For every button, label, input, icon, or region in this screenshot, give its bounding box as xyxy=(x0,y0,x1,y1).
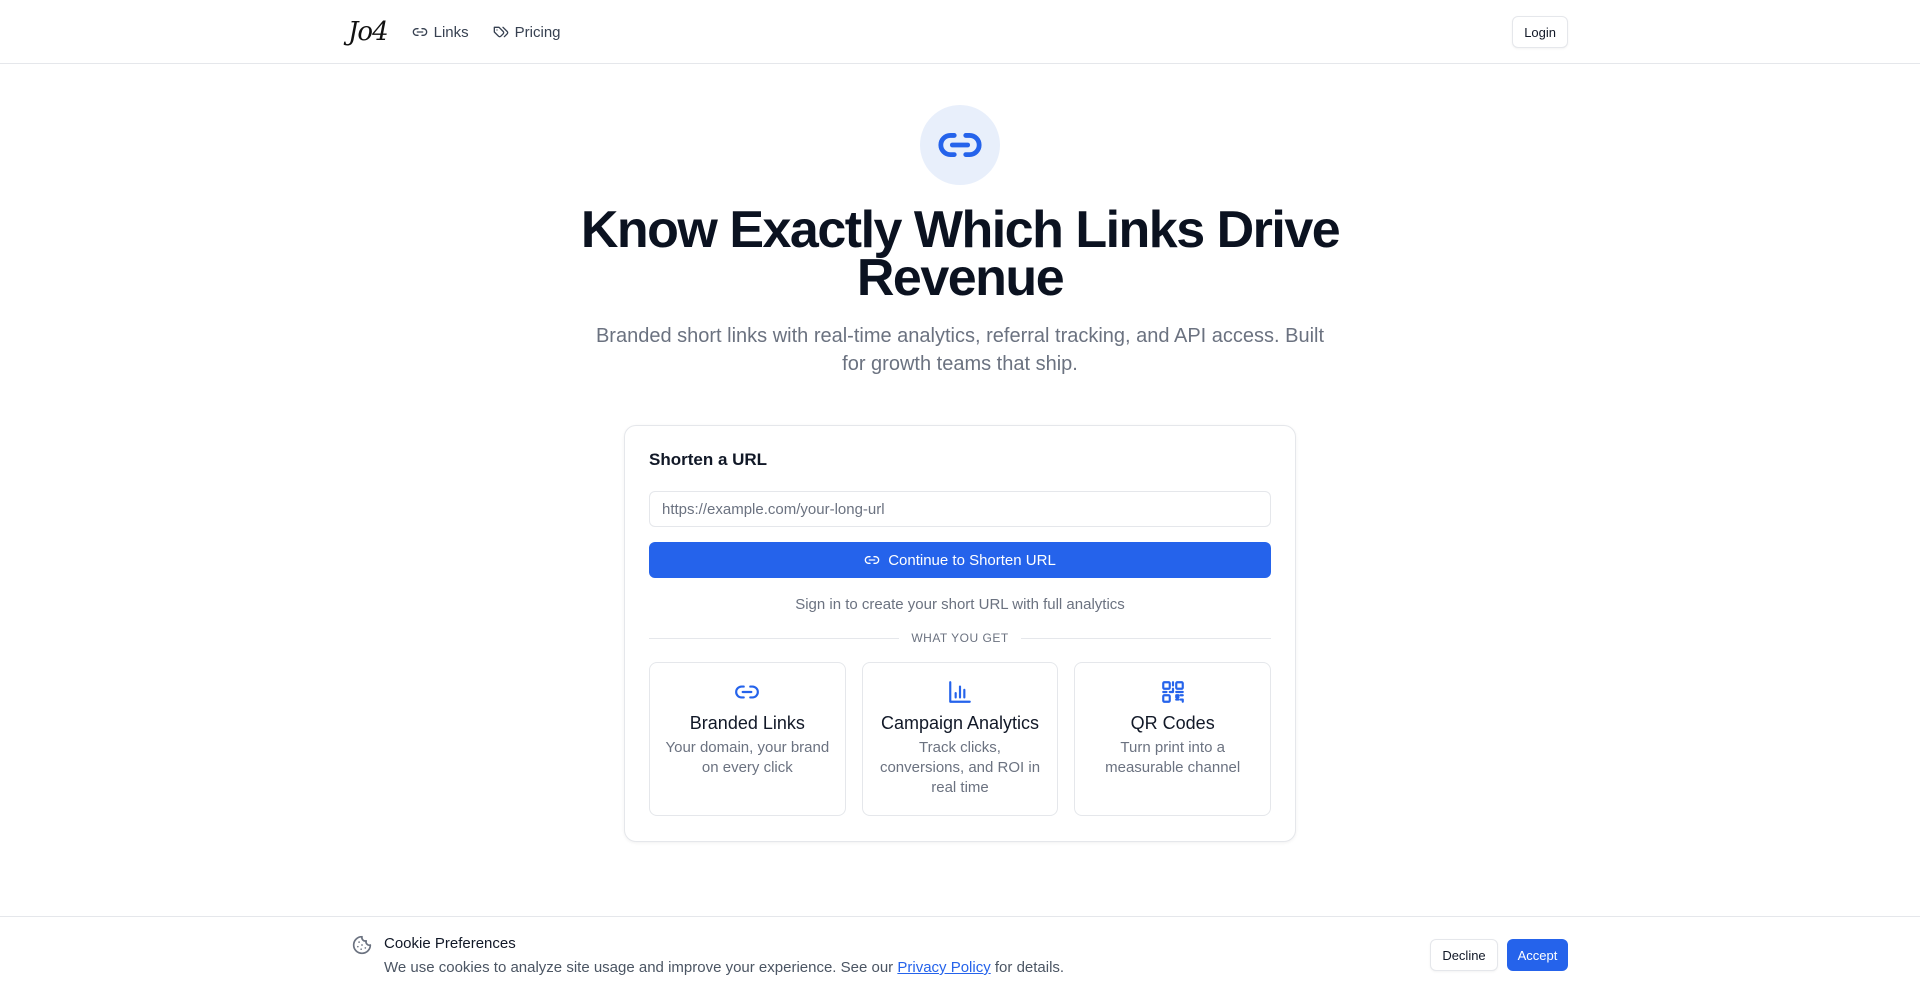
cookie-icon xyxy=(352,935,372,955)
nav-label-links: Links xyxy=(433,23,469,41)
continue-shorten-label: Continue to Shorten URL xyxy=(888,551,1056,569)
link-icon xyxy=(412,27,427,36)
hero-icon-badge xyxy=(920,105,1000,185)
nav-label-pricing: Pricing xyxy=(514,23,561,41)
hero-title: Know Exactly Which Links Drive Revenue xyxy=(580,201,1341,307)
divider-label: WHAT YOU GET xyxy=(911,631,1009,645)
card-title: Shorten a URL xyxy=(649,450,768,469)
cookie-text-after: for details. xyxy=(994,959,1065,976)
feature-card-campaign-analytics: Campaign Analytics Track clicks, convers… xyxy=(861,662,1059,816)
nav-item-links[interactable]: Links xyxy=(412,24,469,41)
hero-subtitle: Branded short links with real-time analy… xyxy=(595,325,1325,375)
feature-card-branded-links: Branded Links Your domain, your brand on… xyxy=(649,662,846,816)
divider-line xyxy=(649,637,900,639)
feature-description: Turn print into a measurable channel xyxy=(1105,739,1241,776)
bar-chart-icon xyxy=(949,681,971,703)
login-button[interactable]: Login xyxy=(1512,16,1568,48)
features-grid: Branded Links Your domain, your brand on… xyxy=(649,662,1272,816)
feature-title: Branded Links xyxy=(689,713,805,733)
feature-title: Campaign Analytics xyxy=(880,713,1040,733)
top-navbar: Jo4 Links Pricing Login xyxy=(0,0,1920,64)
feature-description: Track clicks, conversions, and ROI in re… xyxy=(879,739,1041,796)
logo[interactable]: Jo4 xyxy=(348,17,389,47)
cookie-banner: Cookie Preferences We use cookies to ana… xyxy=(0,916,1920,993)
divider-line xyxy=(1020,637,1271,639)
shorten-url-card: Shorten a URL Continue to Shorten URL Si… xyxy=(624,425,1296,842)
nav-item-pricing[interactable]: Pricing xyxy=(493,24,561,41)
feature-title: QR Codes xyxy=(1130,713,1215,733)
link-icon xyxy=(735,685,760,699)
tags-icon xyxy=(493,26,508,38)
privacy-policy-link[interactable]: Privacy Policy xyxy=(897,959,990,976)
qr-code-icon xyxy=(1161,681,1184,703)
feature-card-qr-codes: QR Codes Turn print into a measurable ch… xyxy=(1074,662,1272,816)
decline-button[interactable]: Decline xyxy=(1430,939,1498,971)
accept-button[interactable]: Accept xyxy=(1507,939,1568,971)
continue-shorten-button[interactable]: Continue to Shorten URL xyxy=(649,542,1271,578)
feature-description: Your domain, your brand on every click xyxy=(665,739,830,776)
link-icon xyxy=(938,133,982,157)
section-divider: WHAT YOU GET xyxy=(649,630,1271,646)
cookie-title: Cookie Preferences xyxy=(384,935,516,952)
navbar-inner: Jo4 Links Pricing Login xyxy=(348,0,1568,64)
cookie-text: We use cookies to analyze site usage and… xyxy=(384,959,1064,976)
link-icon xyxy=(864,556,880,564)
signin-note: Sign in to create your short URL with fu… xyxy=(795,596,1125,613)
cookie-text-before: We use cookies to analyze site usage and… xyxy=(384,959,894,976)
url-input[interactable] xyxy=(649,491,1271,527)
